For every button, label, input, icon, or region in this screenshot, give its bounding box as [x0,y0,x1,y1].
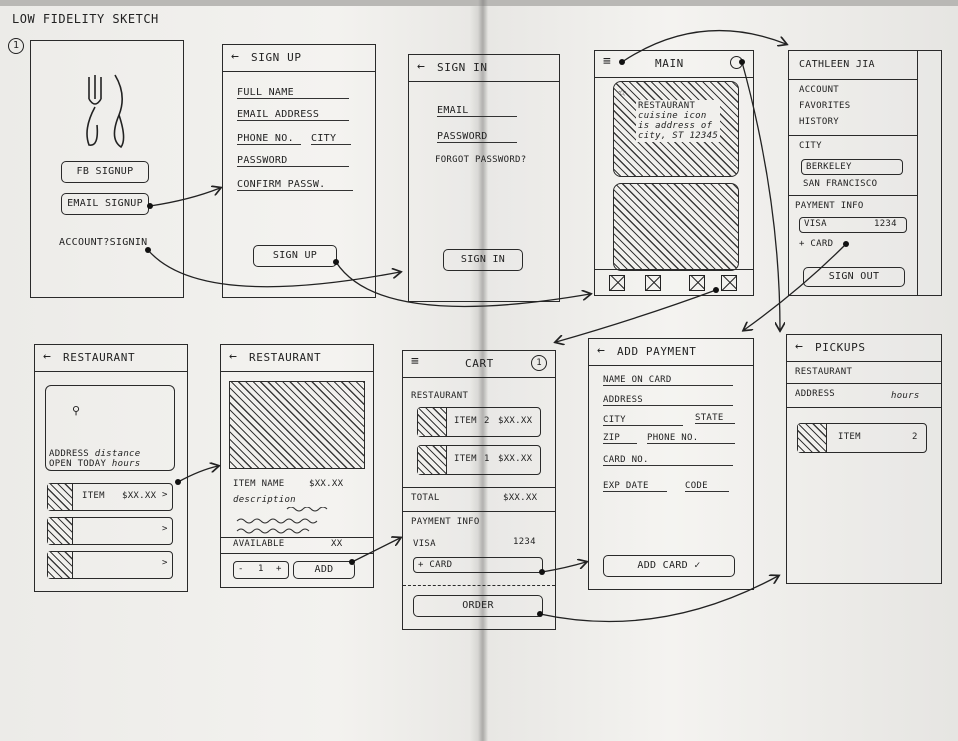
flow-dot [147,203,153,209]
flow-dot [619,59,625,65]
flow-dot [333,259,339,265]
flow-arrow [177,466,218,483]
flow-dot [713,287,719,293]
flow-dot [739,59,745,65]
flow-arrow [335,261,590,308]
flow-dot [145,247,151,253]
flow-arrow [621,30,786,63]
flow-dot [175,479,181,485]
flow-dot [539,569,545,575]
flow-arrow [539,576,778,623]
flow-arrow [541,562,586,573]
flow-arrow [149,188,220,207]
flow-arrow [744,243,847,330]
flow-arrow [741,61,780,330]
flow-dot [349,559,355,565]
flow-dot [537,611,543,617]
flow-arrows [145,30,849,623]
flow-arrow [147,249,400,288]
flow-dot [843,241,849,247]
flow-arrow [556,289,717,342]
flow-arrow [351,538,400,563]
